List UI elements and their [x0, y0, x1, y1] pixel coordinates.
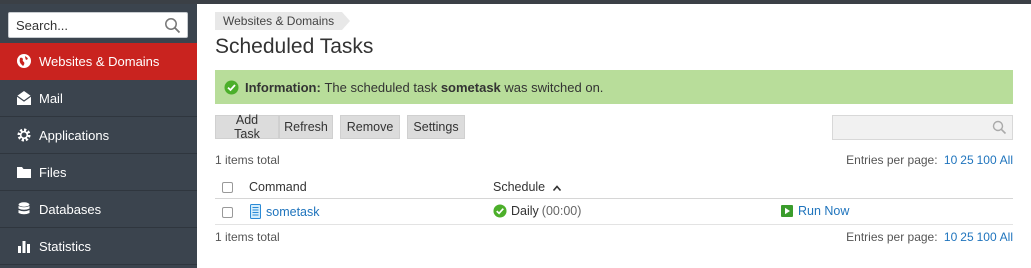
page-size-25[interactable]: 25 — [960, 153, 973, 167]
run-now-link[interactable]: Run Now — [798, 204, 849, 218]
info-text-after: was switched on. — [504, 79, 604, 95]
schedule-time: (00:00) — [541, 204, 582, 218]
check-circle-icon — [224, 80, 239, 94]
table-header: Command Schedule — [215, 175, 1013, 199]
sidebar-item-label: Databases — [39, 201, 102, 217]
row-checkbox[interactable] — [222, 207, 233, 218]
page-title: Scheduled Tasks — [215, 35, 374, 58]
sidebar-search-input[interactable] — [9, 13, 159, 37]
breadcrumb: Websites & Domains — [215, 12, 351, 30]
items-total: 1 items total — [215, 230, 280, 244]
bar-chart-icon — [16, 238, 32, 254]
sidebar-item-label: Websites & Domains — [39, 53, 160, 69]
items-total: 1 items total — [215, 153, 280, 167]
sidebar-item-mail[interactable]: Mail — [0, 80, 197, 117]
remove-button[interactable]: Remove — [340, 115, 400, 139]
entries-per-page-label: Entries per page: — [846, 230, 938, 244]
sidebar-search — [8, 12, 188, 38]
sidebar-item-applications[interactable]: Applications — [0, 117, 197, 154]
toolbar: Add Task Refresh Remove Settings — [215, 113, 465, 141]
list-search — [832, 115, 1013, 140]
sort-ascending-icon — [552, 185, 561, 191]
sidebar-item-label: Mail — [39, 90, 63, 106]
sidebar-item-label: Statistics — [39, 238, 92, 254]
info-text-before: The scheduled task — [324, 79, 438, 95]
page-size-10[interactable]: 10 — [944, 153, 957, 167]
sidebar: Websites & Domains Mail Applications Fil… — [0, 4, 197, 268]
page-size-25[interactable]: 25 — [960, 230, 973, 244]
globe-icon — [16, 53, 32, 69]
page-size-100[interactable]: 100 — [977, 230, 997, 244]
sidebar-item-label: Applications — [39, 127, 110, 143]
command-cell: sometask — [249, 204, 320, 219]
entries-per-page-label: Entries per page: — [846, 153, 938, 167]
page-size-10[interactable]: 10 — [944, 230, 957, 244]
info-message: Information: The scheduled task sometask… — [215, 70, 1013, 104]
refresh-button[interactable]: Refresh — [279, 115, 333, 139]
select-all-checkbox[interactable] — [222, 182, 233, 193]
entries-per-page: Entries per page: 10 25 100 All — [846, 230, 1013, 244]
column-header-schedule-label: Schedule — [493, 180, 546, 194]
database-icon — [16, 201, 32, 217]
folder-icon — [16, 164, 32, 180]
schedule-cell: Daily (00:00) — [493, 204, 581, 218]
settings-button[interactable]: Settings — [407, 115, 465, 139]
sidebar-item-files[interactable]: Files — [0, 154, 197, 191]
page-size-all[interactable]: All — [1000, 230, 1013, 244]
info-task-name: sometask — [440, 79, 501, 95]
run-now-cell: Run Now — [781, 204, 849, 218]
add-task-button[interactable]: Add Task — [215, 113, 279, 141]
play-icon[interactable] — [781, 205, 793, 217]
sidebar-item-websites-domains[interactable]: Websites & Domains — [0, 43, 197, 80]
column-header-command[interactable]: Command — [249, 180, 307, 194]
page-size-100[interactable]: 100 — [977, 153, 997, 167]
sidebar-nav: Websites & Domains Mail Applications Fil… — [0, 43, 197, 265]
mail-icon — [16, 90, 32, 106]
sidebar-item-databases[interactable]: Databases — [0, 191, 197, 228]
page-size-all[interactable]: All — [1000, 153, 1013, 167]
list-search-input[interactable] — [833, 116, 983, 139]
search-icon[interactable] — [164, 17, 181, 34]
task-link[interactable]: sometask — [266, 205, 320, 219]
entries-per-page: Entries per page: 10 25 100 All — [846, 153, 1013, 167]
schedule-value: Daily — [511, 204, 539, 218]
breadcrumb-item[interactable]: Websites & Domains — [215, 12, 351, 30]
column-header-schedule[interactable]: Schedule — [493, 180, 561, 194]
gear-icon — [16, 127, 32, 143]
table-row: sometask Daily (00:00) Run Now — [215, 199, 1013, 225]
tasks-table: Command Schedule sometask Daily (00:00) … — [215, 175, 1013, 225]
script-file-icon — [250, 204, 261, 219]
info-label: Information: — [245, 79, 321, 95]
search-icon[interactable] — [992, 120, 1007, 135]
sidebar-item-label: Files — [39, 164, 67, 180]
check-circle-icon — [493, 204, 507, 218]
sidebar-item-statistics[interactable]: Statistics — [0, 228, 197, 265]
